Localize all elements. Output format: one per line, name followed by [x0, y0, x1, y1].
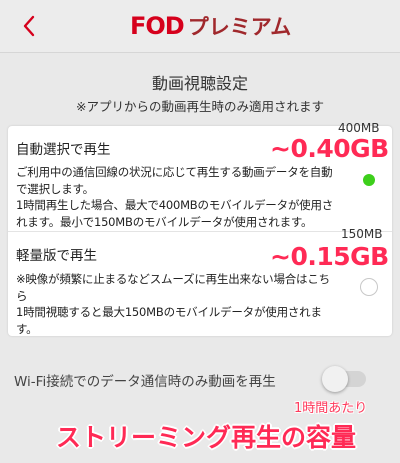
data-size-label: 400MB — [338, 121, 380, 135]
playback-options-card: 自動選択で再生 400MB ~0.40GB ご利用中の通信回線の状況に応じて再生… — [8, 121, 392, 337]
logo-fod-text: FOD — [130, 12, 185, 40]
desc-line: で選択します。 — [16, 181, 94, 196]
option-description: ※映像が頻繁に止まるなどスムーズに再生出来ない場合はこち ら 1時間視聴すると最… — [16, 271, 388, 337]
chevron-left-icon — [23, 15, 35, 37]
top-bar: FOD プレミアム — [0, 0, 400, 53]
back-button[interactable] — [14, 10, 44, 42]
desc-line: れます。最小で150MBのモバイルデータが使用されます。 — [16, 214, 313, 229]
divider — [8, 231, 392, 232]
desc-line: 1時間視聴すると最大150MBのモバイルデータが使用されま — [16, 305, 322, 319]
option-description: ご利用中の通信回線の状況に応じて再生する動画データを自動 で選択します。 1時間… — [16, 164, 388, 230]
toggle-knob — [322, 366, 348, 392]
page-title: 動画視聴設定 — [151, 74, 248, 93]
wifi-only-label: Wi-Fi接続でのデータ通信時のみ動画を再生 — [14, 374, 276, 390]
radio-auto-select[interactable] — [360, 171, 378, 189]
caption-per-hour: 1時間あたり — [294, 401, 368, 416]
wifi-only-toggle[interactable] — [322, 366, 370, 392]
data-size-overlay: ~0.40GB — [270, 134, 389, 163]
data-size-overlay: ~0.15GB — [270, 242, 389, 271]
wifi-only-setting-row: Wi-Fi接続でのデータ通信時のみ動画を再生 — [0, 356, 400, 400]
desc-line: す。 — [16, 321, 38, 336]
caption-streaming-capacity: ストリーミング再生の容量 — [56, 423, 357, 452]
option-title: 軽量版で再生 — [16, 248, 97, 264]
desc-line: ら — [16, 288, 28, 303]
desc-line: ご利用中の通信回線の状況に応じて再生する動画データを自動 — [16, 165, 333, 179]
fod-premium-logo: FOD プレミアム — [130, 11, 291, 41]
desc-line: 1時間再生した場合、最大で400MBのモバイルデータが使用さ — [16, 198, 334, 212]
radio-selected-dot — [363, 174, 375, 186]
radio-lightweight[interactable] — [360, 278, 378, 296]
logo-premium-text: プレミアム — [187, 15, 292, 39]
page-subtitle: ※アプリからの動画再生時のみ適用されます — [76, 99, 324, 114]
data-size-label: 150MB — [341, 227, 383, 241]
desc-line: ※映像が頻繁に止まるなどスムーズに再生出来ない場合はこち — [16, 272, 330, 286]
option-title: 自動選択で再生 — [16, 142, 111, 158]
